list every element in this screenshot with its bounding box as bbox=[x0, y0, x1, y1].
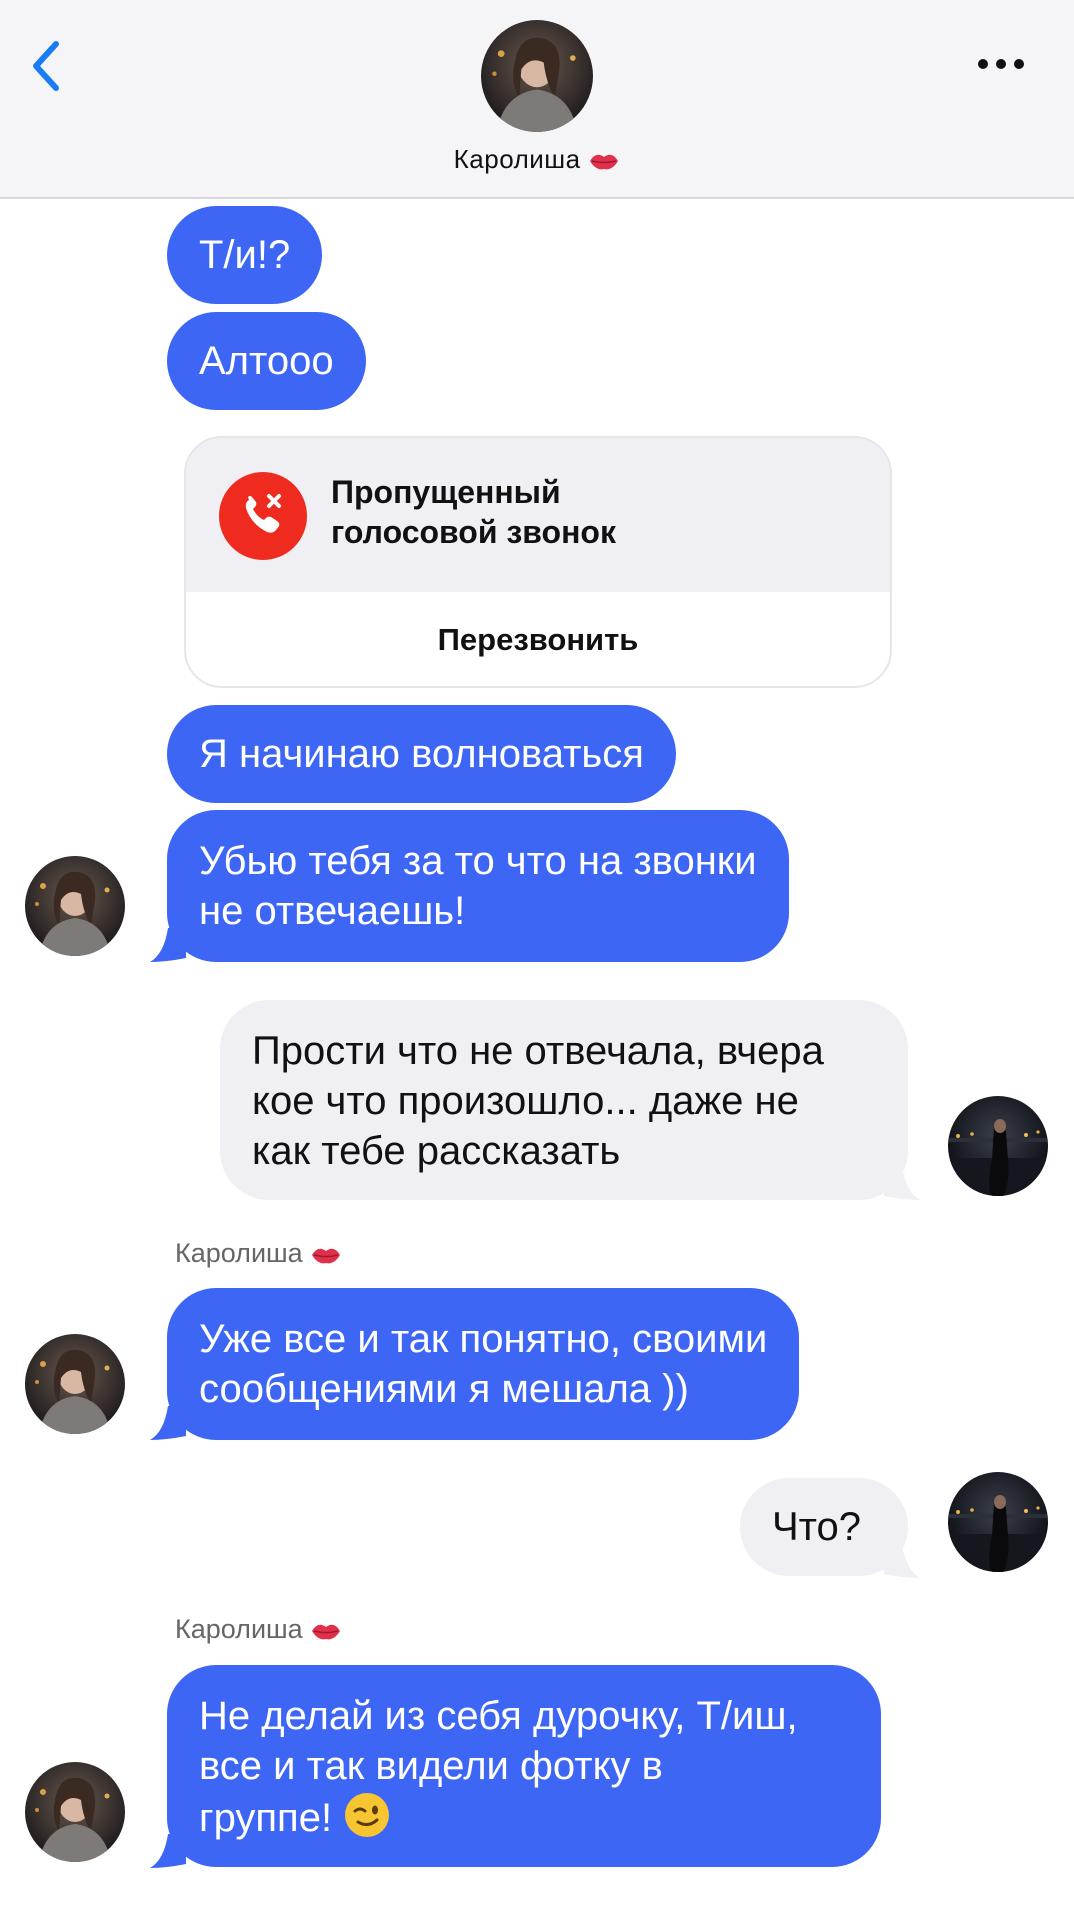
message-text-line: сообщениями я мешала )) bbox=[199, 1367, 689, 1411]
more-horizontal-icon bbox=[978, 59, 1024, 69]
winking-face-icon bbox=[345, 1793, 390, 1837]
sender-avatar[interactable] bbox=[25, 856, 125, 956]
message-text: Я начинаю волноваться bbox=[199, 732, 644, 776]
call-back-button[interactable]: Перезвонить bbox=[186, 592, 890, 686]
contact-name: Каролиша bbox=[453, 144, 581, 174]
message-text: Алтооо bbox=[199, 339, 334, 383]
contact-name-row[interactable]: Каролиша bbox=[0, 144, 1074, 175]
chat-header: Каролиша bbox=[0, 0, 1074, 199]
kiss-lips-icon bbox=[312, 1248, 341, 1264]
kiss-lips-icon bbox=[590, 154, 619, 170]
message-text-line: Прости что не отвечала, вчера bbox=[252, 1029, 824, 1073]
message-text-line: все и так видели фотку в bbox=[199, 1744, 663, 1788]
incoming-message-bubble[interactable]: Не делай из себя дурочку, Т/иш, все и та… bbox=[167, 1665, 881, 1867]
incoming-message-bubble[interactable]: Алтооо bbox=[167, 312, 366, 410]
sender-name: Каролиша bbox=[175, 1238, 303, 1268]
sender-avatar[interactable] bbox=[25, 1762, 125, 1862]
own-avatar[interactable] bbox=[948, 1096, 1048, 1196]
message-text-line: не отвечаешь! bbox=[199, 889, 466, 933]
sender-label: Каролиша bbox=[175, 1614, 342, 1645]
own-avatar[interactable] bbox=[948, 1472, 1048, 1572]
missed-call-icon bbox=[219, 472, 307, 560]
incoming-message-bubble[interactable]: Я начинаю волноваться bbox=[167, 705, 676, 803]
message-text: Что? bbox=[772, 1505, 862, 1549]
message-text-line: Не делай из себя дурочку, Т/иш, bbox=[199, 1694, 798, 1738]
incoming-message-bubble[interactable]: Убью тебя за то что на звонки не отвечае… bbox=[167, 810, 789, 962]
back-button[interactable] bbox=[28, 36, 68, 96]
bubble-tail bbox=[884, 1544, 920, 1578]
bubble-tail bbox=[884, 1166, 920, 1200]
message-text-line: Убью тебя за то что на звонки bbox=[199, 839, 757, 883]
missed-call-card: Пропущенный голосовой звонок Перезвонить bbox=[184, 436, 892, 688]
message-text-line: группе! bbox=[199, 1796, 333, 1840]
contact-avatar[interactable] bbox=[481, 20, 593, 132]
missed-call-info: Пропущенный голосовой звонок bbox=[186, 438, 890, 592]
message-text-line: кое что произошло... даже не bbox=[252, 1079, 799, 1123]
more-options-button[interactable] bbox=[976, 54, 1026, 74]
outgoing-message-bubble[interactable]: Прости что не отвечала, вчера кое что пр… bbox=[220, 1000, 908, 1200]
sender-avatar[interactable] bbox=[25, 1334, 125, 1434]
message-text-line: как тебе рассказать bbox=[252, 1129, 621, 1173]
message-text-line: Уже все и так понятно, своими bbox=[199, 1317, 768, 1361]
sender-name: Каролиша bbox=[175, 1614, 303, 1644]
message-text-line-with-emoji: группе! bbox=[199, 1791, 849, 1843]
chevron-left-icon bbox=[33, 41, 59, 91]
missed-call-title: Пропущенный голосовой звонок bbox=[331, 472, 751, 552]
incoming-message-bubble[interactable]: Уже все и так понятно, своими сообщениям… bbox=[167, 1288, 800, 1440]
incoming-message-bubble[interactable]: Т/и!? bbox=[167, 206, 323, 304]
sender-label: Каролиша bbox=[175, 1238, 342, 1269]
outgoing-message-bubble[interactable]: Что? bbox=[740, 1478, 908, 1576]
missed-call-title-line: Пропущенный bbox=[331, 474, 561, 510]
kiss-lips-icon bbox=[312, 1624, 341, 1640]
message-text: Т/и!? bbox=[199, 233, 291, 277]
missed-call-title-line: голосовой звонок bbox=[331, 514, 616, 550]
